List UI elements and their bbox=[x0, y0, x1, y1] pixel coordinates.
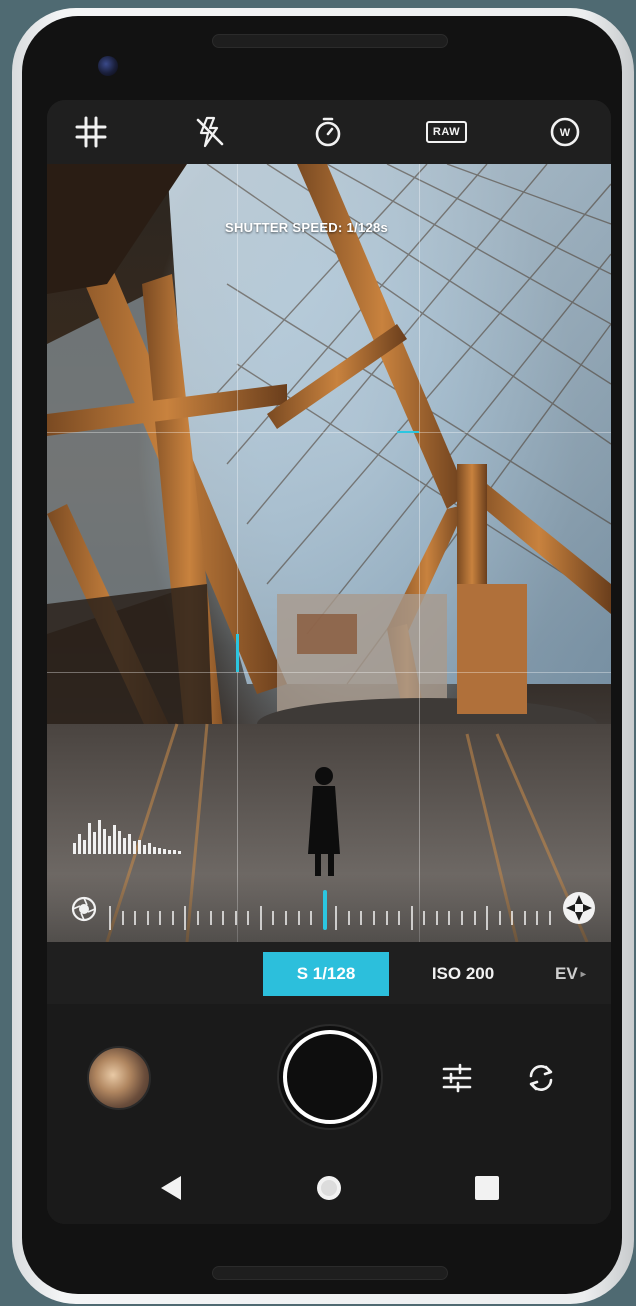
shutter-speed-readout: SHUTTER SPEED: 1/128s bbox=[225, 220, 389, 235]
earpiece-speaker bbox=[212, 34, 448, 48]
histogram-bar bbox=[163, 849, 166, 854]
focus-indicator bbox=[397, 431, 419, 433]
slider-tick bbox=[436, 911, 438, 925]
white-balance-label: W bbox=[560, 127, 571, 139]
histogram-bar bbox=[83, 840, 86, 854]
raw-toggle-button[interactable]: RAW bbox=[425, 112, 468, 152]
slider-tick bbox=[210, 911, 212, 925]
histogram-bar bbox=[128, 834, 131, 854]
slider-tick bbox=[411, 906, 413, 930]
slider-thumb[interactable] bbox=[323, 890, 327, 930]
sliders-icon[interactable] bbox=[437, 1058, 477, 1098]
histogram-bar bbox=[118, 831, 121, 854]
shutter-mode-tab[interactable]: S 1/128 bbox=[263, 952, 389, 996]
slider-tick bbox=[298, 911, 300, 925]
slider-tick bbox=[524, 911, 526, 925]
iso-mode-tab[interactable]: ISO 200 bbox=[413, 952, 513, 996]
slider-tick bbox=[348, 911, 350, 925]
bottom-speaker bbox=[212, 1266, 448, 1280]
slider-tick bbox=[285, 911, 287, 925]
aperture-icon bbox=[563, 892, 595, 924]
slider-tick bbox=[122, 911, 124, 925]
camera-app-screen: RAW W SHUTTER SPEED: 1/128s S 1/128 ISO … bbox=[47, 100, 611, 1224]
slider-tick bbox=[172, 911, 174, 925]
slider-tick bbox=[159, 911, 161, 925]
chevron-right-icon: ▸ bbox=[580, 968, 586, 980]
ev-mode-tab[interactable]: EV ▸ bbox=[555, 952, 611, 996]
slider-tick bbox=[310, 911, 312, 925]
raw-label: RAW bbox=[425, 121, 468, 143]
histogram-bar bbox=[108, 836, 111, 854]
slider-tick bbox=[549, 911, 551, 925]
histogram-bar bbox=[178, 851, 181, 854]
slider-tick bbox=[197, 911, 199, 925]
histogram-bar bbox=[173, 850, 176, 854]
gallery-thumbnail[interactable] bbox=[87, 1046, 151, 1110]
slider-ticks bbox=[109, 906, 551, 930]
histogram-bar bbox=[113, 825, 116, 854]
slider-tick bbox=[260, 906, 262, 930]
white-balance-button[interactable]: W bbox=[545, 112, 585, 152]
histogram-bar bbox=[143, 845, 146, 854]
slider-tick bbox=[134, 911, 136, 925]
slider-tick bbox=[423, 911, 425, 925]
histogram-bar bbox=[123, 838, 126, 854]
slider-tick bbox=[536, 911, 538, 925]
slider-tick bbox=[360, 911, 362, 925]
slider-tick bbox=[486, 906, 488, 930]
histogram-bar bbox=[138, 840, 141, 854]
slider-tick bbox=[499, 911, 501, 925]
home-circle-icon[interactable] bbox=[311, 1170, 347, 1206]
ev-mode-label: EV bbox=[555, 964, 578, 983]
focus-indicator bbox=[236, 634, 239, 672]
capture-controls bbox=[47, 1004, 611, 1224]
histogram bbox=[73, 810, 185, 854]
grid-guide-line bbox=[47, 432, 611, 433]
shutter-button-ring bbox=[283, 1030, 377, 1124]
grid-guide-line bbox=[237, 164, 238, 942]
histogram-bar bbox=[98, 820, 101, 854]
histogram-bar bbox=[78, 834, 81, 854]
histogram-bar bbox=[73, 843, 76, 854]
back-triangle-icon[interactable] bbox=[153, 1170, 189, 1206]
rotate-camera-icon[interactable] bbox=[521, 1058, 561, 1098]
slider-tick bbox=[272, 911, 274, 925]
slider-tick bbox=[398, 911, 400, 925]
grid-guide-line bbox=[419, 164, 420, 942]
viewfinder-preview[interactable]: SHUTTER SPEED: 1/128s bbox=[47, 164, 611, 942]
histogram-bar bbox=[88, 823, 91, 854]
slider-tick bbox=[386, 911, 388, 925]
aperture-icon bbox=[71, 896, 97, 922]
slider-tick bbox=[235, 911, 237, 925]
slider-tick bbox=[373, 911, 375, 925]
grid-icon[interactable] bbox=[71, 112, 111, 152]
slider-tick bbox=[222, 911, 224, 925]
shutter-speed-slider[interactable] bbox=[47, 874, 611, 942]
grid-guide-line bbox=[47, 672, 611, 673]
camera-top-toolbar: RAW W bbox=[47, 100, 611, 164]
exposure-mode-bar: S 1/128 ISO 200 EV ▸ bbox=[47, 942, 611, 1004]
slider-tick bbox=[184, 906, 186, 930]
histogram-bar bbox=[93, 832, 96, 854]
slider-tick bbox=[511, 911, 513, 925]
slider-tick bbox=[461, 911, 463, 925]
histogram-bar bbox=[133, 841, 136, 854]
slider-tick bbox=[147, 911, 149, 925]
histogram-bar bbox=[158, 848, 161, 854]
histogram-bar bbox=[103, 829, 106, 854]
slider-tick bbox=[448, 911, 450, 925]
slider-tick bbox=[335, 906, 337, 930]
system-nav-bar bbox=[47, 1150, 611, 1224]
histogram-bar bbox=[168, 850, 171, 854]
slider-tick bbox=[474, 911, 476, 925]
front-camera-lens bbox=[98, 56, 118, 76]
timer-icon[interactable] bbox=[308, 112, 348, 152]
slider-tick bbox=[247, 911, 249, 925]
histogram-bar bbox=[148, 843, 151, 854]
flash-off-icon[interactable] bbox=[190, 112, 230, 152]
slider-tick bbox=[109, 906, 111, 930]
recents-square-icon[interactable] bbox=[469, 1170, 505, 1206]
histogram-bar bbox=[153, 847, 156, 854]
